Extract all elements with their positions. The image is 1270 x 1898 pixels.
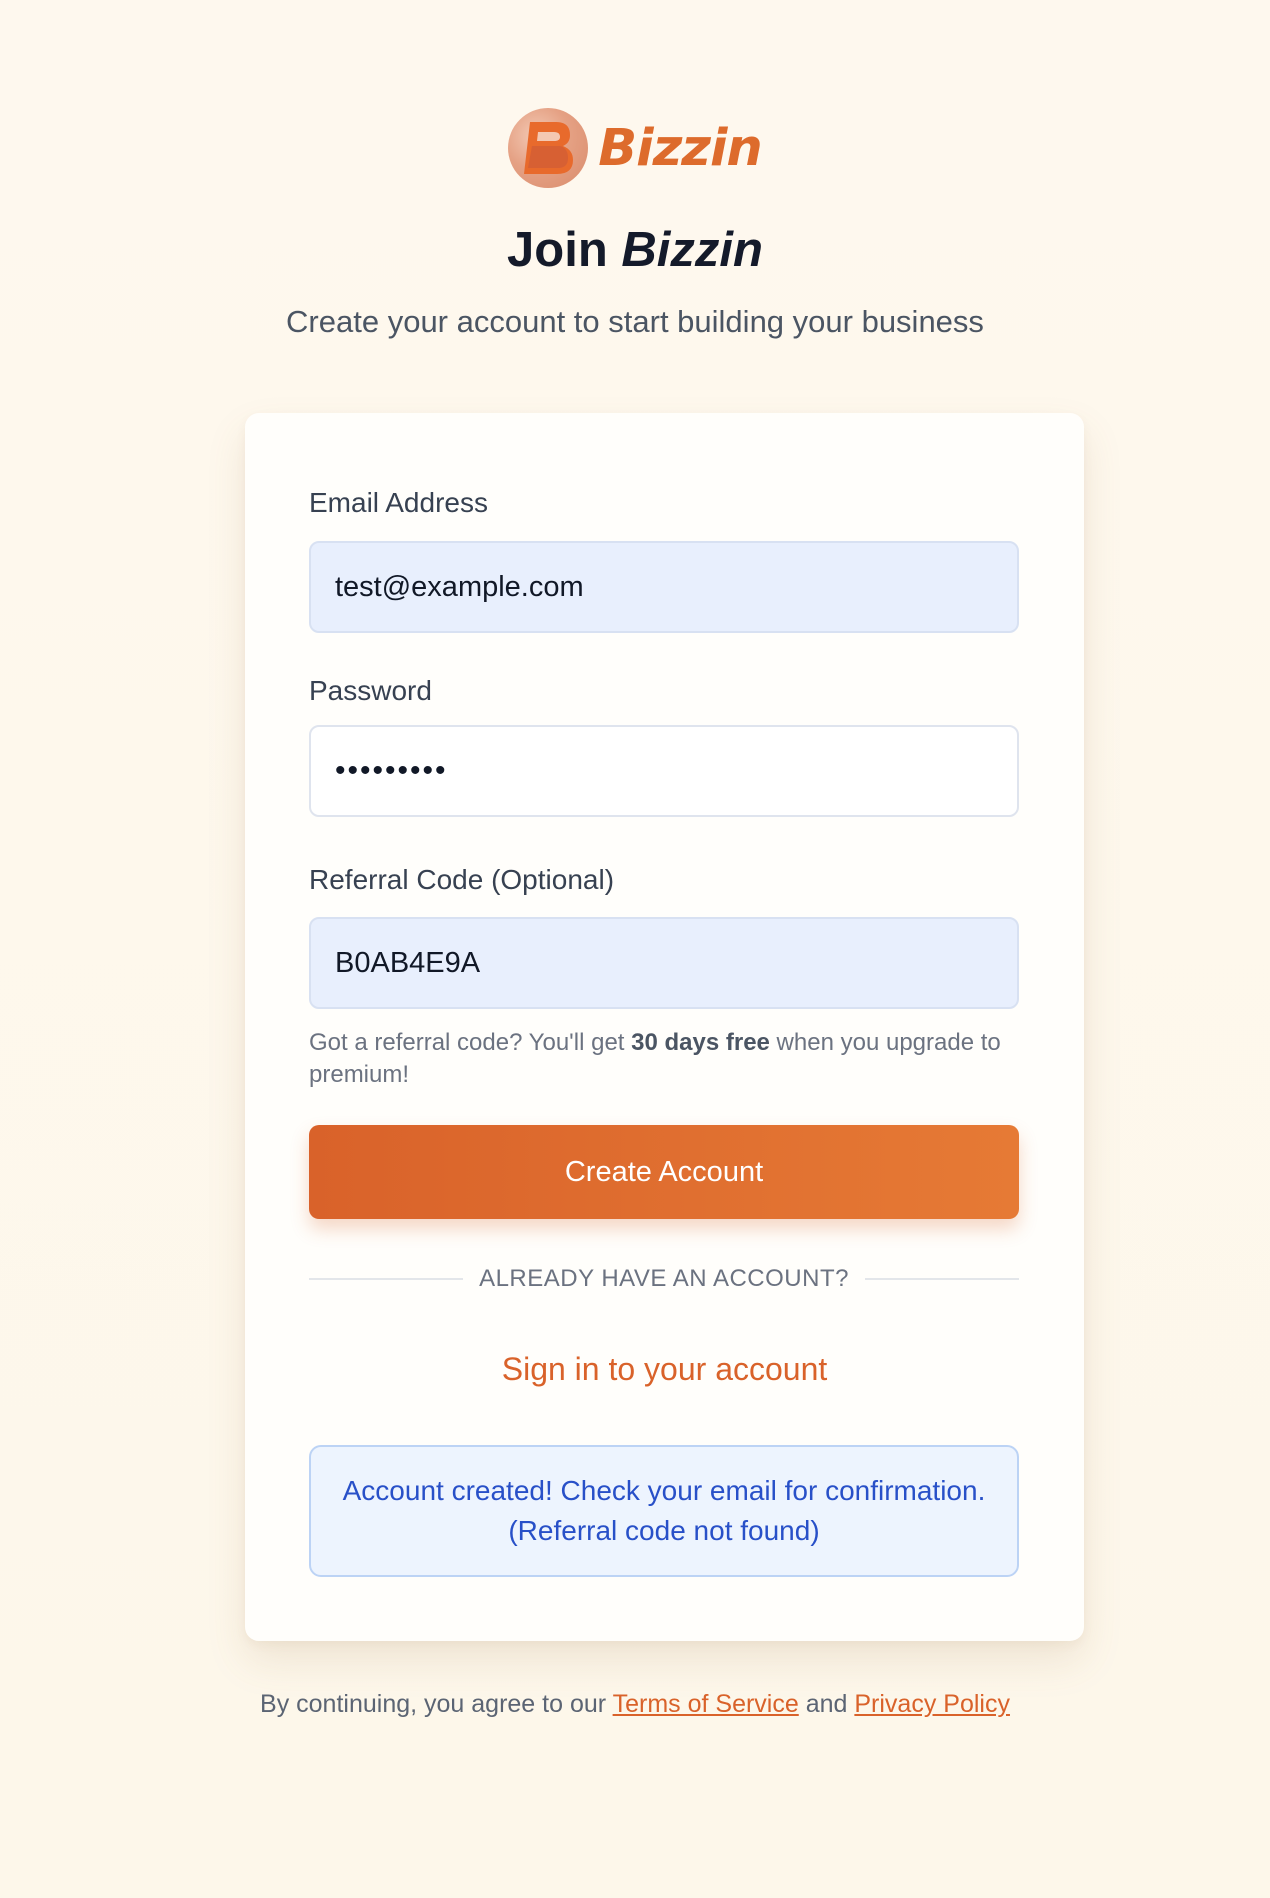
divider-line-right [864,1278,1020,1280]
referral-code-label: Referral Code (Optional) [309,864,615,895]
create-account-button[interactable]: Create Account [309,1125,1019,1219]
referral-code-field[interactable] [309,917,1019,1009]
title-brand: Bizzin [621,223,763,277]
bizzin-b-logo-icon [508,108,589,188]
sign-in-link[interactable]: Sign in to your account [245,1351,1084,1388]
password-label: Password [309,675,432,706]
status-notice: Account created! Check your email for co… [309,1445,1019,1577]
legal-footer: By continuing, you agree to our Terms of… [0,1690,1270,1719]
brand-logo: Bizzin [0,108,1270,188]
signup-page: Bizzin Join Bizzin Create your account t… [0,0,1270,1898]
footer-prefix: By continuing, you agree to our [260,1690,613,1718]
divider: ALREADY HAVE AN ACCOUNT? [309,1265,1020,1293]
email-field[interactable] [309,541,1019,633]
email-label: Email Address [309,487,488,518]
privacy-policy-link[interactable]: Privacy Policy [854,1690,1010,1718]
notice-message: Account created! Check your email for co… [342,1475,986,1546]
divider-line-left [309,1278,464,1280]
terms-of-service-link[interactable]: Terms of Service [613,1690,799,1718]
page-title: Join Bizzin [0,222,1270,278]
referral-hint: Got a referral code? You'll get 30 days … [309,1027,1029,1091]
brand-name: Bizzin [598,118,763,178]
hint-prefix: Got a referral code? You'll get [309,1029,632,1056]
hint-bold: 30 days free [631,1029,770,1056]
footer-middle: and [798,1690,855,1718]
divider-text: ALREADY HAVE AN ACCOUNT? [479,1265,849,1292]
password-field[interactable] [309,725,1019,817]
title-prefix: Join [507,223,608,277]
page-subtitle: Create your account to start building yo… [286,304,984,339]
signup-card: Email Address Password Referral Code (Op… [245,413,1084,1641]
